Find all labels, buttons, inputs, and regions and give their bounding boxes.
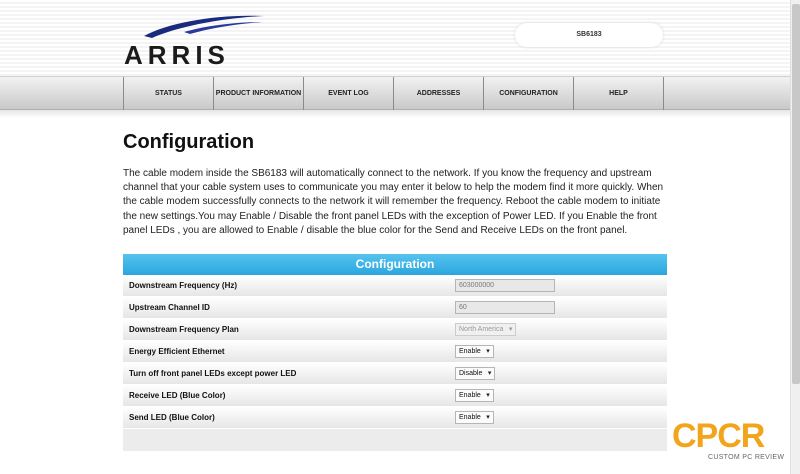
config-row: Send LED (Blue Color) Enable (123, 407, 667, 429)
receive-led-label: Receive LED (Blue Color) (129, 391, 226, 400)
watermark-logo: CPCR (672, 417, 765, 455)
config-row: Downstream Frequency Plan North America (123, 319, 667, 341)
nav-product-information[interactable]: PRODUCT INFORMATION (214, 77, 304, 110)
downstream-frequency-input[interactable]: 603000000 (455, 279, 555, 292)
front-panel-leds-label: Turn off front panel LEDs except power L… (129, 369, 297, 378)
front-panel-leds-select[interactable]: Disable (455, 367, 496, 380)
header: ARRIS SB6183 (0, 0, 790, 76)
config-row: Downstream Frequency (Hz) 603000000 (123, 275, 667, 297)
cpcr-watermark: CPCR CUSTOM PC REVIEW (672, 418, 790, 468)
upstream-channel-label: Upstream Channel ID (129, 303, 210, 312)
nav-event-log[interactable]: EVENT LOG (304, 77, 394, 110)
main-nav: STATUS PRODUCT INFORMATION EVENT LOG ADD… (0, 76, 790, 110)
page-description: The cable modem inside the SB6183 will a… (123, 168, 664, 236)
swoosh-icon (144, 15, 264, 38)
nav-addresses[interactable]: ADDRESSES (394, 77, 484, 110)
arris-logo: ARRIS (124, 12, 269, 70)
send-led-select[interactable]: Enable (455, 411, 494, 424)
nav-status[interactable]: STATUS (124, 77, 214, 110)
configuration-panel: Configuration Downstream Frequency (Hz) … (123, 254, 667, 451)
config-footer-row (123, 429, 667, 451)
nav-help[interactable]: HELP (574, 77, 664, 110)
frequency-plan-select[interactable]: North America (455, 323, 517, 336)
config-row: Energy Efficient Ethernet Enable (123, 341, 667, 363)
brand-name: ARRIS (124, 40, 230, 70)
send-led-label: Send LED (Blue Color) (129, 413, 215, 422)
energy-efficient-ethernet-label: Energy Efficient Ethernet (129, 347, 225, 356)
config-row: Upstream Channel ID 60 (123, 297, 667, 319)
page-title: Configuration (123, 131, 255, 153)
scrollbar-thumb[interactable] (792, 4, 800, 384)
config-row: Turn off front panel LEDs except power L… (123, 363, 667, 385)
downstream-frequency-label: Downstream Frequency (Hz) (129, 281, 238, 290)
frequency-plan-label: Downstream Frequency Plan (129, 325, 239, 334)
panel-header: Configuration (123, 254, 667, 275)
nav-divider (0, 110, 790, 118)
watermark-tagline: CUSTOM PC REVIEW (708, 454, 785, 461)
vertical-scrollbar[interactable] (790, 0, 800, 474)
nav-configuration[interactable]: CONFIGURATION (484, 77, 574, 110)
energy-efficient-ethernet-select[interactable]: Enable (455, 345, 494, 358)
model-badge: SB6183 (515, 23, 663, 47)
receive-led-select[interactable]: Enable (455, 389, 494, 402)
config-row: Receive LED (Blue Color) Enable (123, 385, 667, 407)
upstream-channel-input[interactable]: 60 (455, 301, 555, 314)
